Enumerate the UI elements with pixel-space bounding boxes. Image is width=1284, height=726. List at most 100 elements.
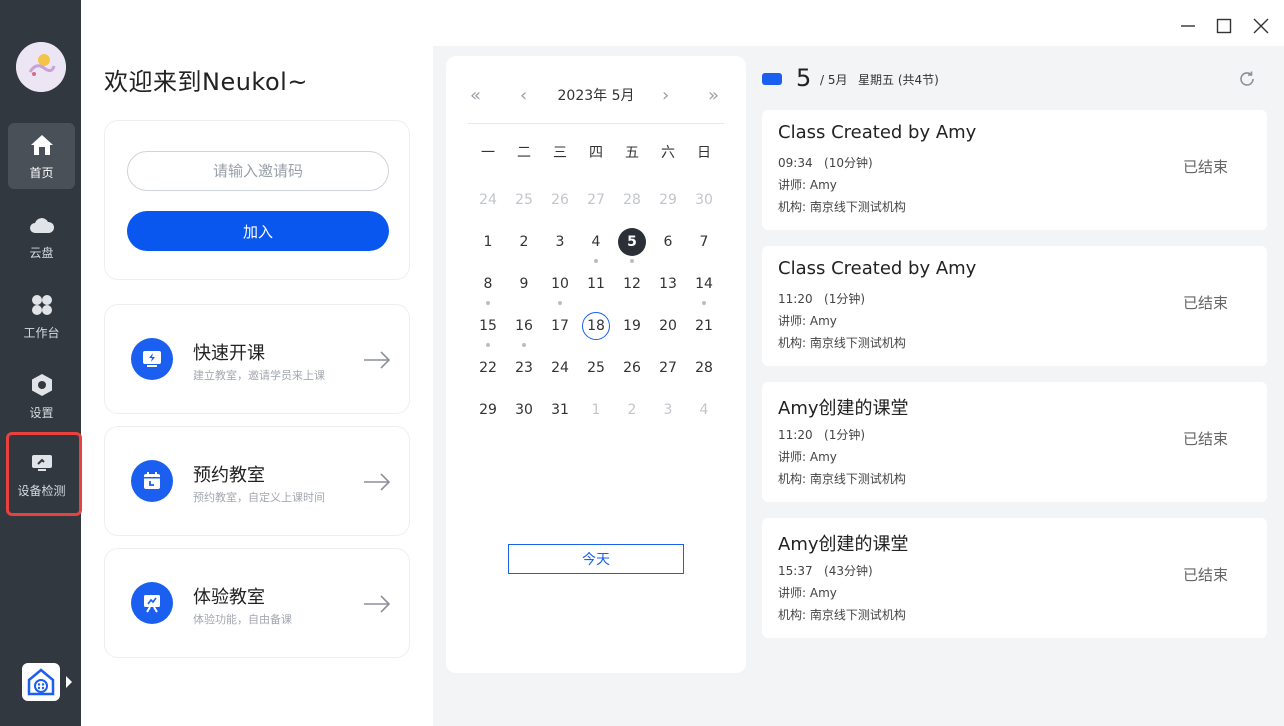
calendar-day[interactable]: 16 <box>506 311 542 341</box>
calendar-day[interactable]: 4 <box>686 395 722 425</box>
class-teacher: 讲师: Amy <box>778 178 837 192</box>
calendar-day-number: 29 <box>479 402 497 418</box>
close-button[interactable] <box>1247 12 1275 40</box>
trial-class-card[interactable]: 体验教室 体验功能，自由备课 <box>104 548 410 658</box>
class-teacher: 讲师: Amy <box>778 450 837 464</box>
class-status: 已结束 <box>1183 294 1229 312</box>
calendar-day-number: 15 <box>479 318 497 334</box>
calendar-day[interactable]: 26 <box>614 353 650 383</box>
calendar-day[interactable]: 17 <box>542 311 578 341</box>
calendar-day[interactable]: 30 <box>686 185 722 215</box>
calendar-day[interactable]: 8 <box>470 269 506 299</box>
calendar-day[interactable]: 23 <box>506 353 542 383</box>
calendar-day[interactable]: 24 <box>542 353 578 383</box>
class-card[interactable]: Class Created by Amy 09:34 (10分钟) 讲师: Amy 机… <box>762 110 1267 230</box>
minimize-icon <box>1181 25 1195 27</box>
calendar-day[interactable]: 6 <box>650 227 686 257</box>
calendar-day[interactable]: 10 <box>542 269 578 299</box>
class-title: Class Created by Amy <box>778 258 977 279</box>
calendar-day[interactable]: 14 <box>686 269 722 299</box>
avatar[interactable] <box>16 42 66 92</box>
action-title: 快速开课 <box>193 343 265 364</box>
calendar-day[interactable]: 22 <box>470 353 506 383</box>
calendar-day[interactable]: 19 <box>614 311 650 341</box>
sidebar-item-label: 云盘 <box>29 245 54 260</box>
calendar-day[interactable]: 11 <box>578 269 614 299</box>
reserve-class-card[interactable]: 预约教室 预约教室，自定义上课时间 <box>104 426 410 536</box>
class-status: 已结束 <box>1183 158 1229 176</box>
calendar-day-number: 28 <box>695 360 713 376</box>
calendar-day[interactable]: 21 <box>686 311 722 341</box>
calendar-day[interactable]: 18 <box>578 311 614 341</box>
calendar-day[interactable]: 13 <box>650 269 686 299</box>
calendar-day[interactable]: 30 <box>506 395 542 425</box>
sidebar-item-label: 设置 <box>29 405 54 420</box>
calendar-day[interactable]: 3 <box>650 395 686 425</box>
sidebar-item-workbench[interactable]: 工作台 <box>8 283 75 349</box>
invite-card: 加入 <box>104 120 410 280</box>
class-card[interactable]: Amy创建的课堂 15:37 (43分钟) 讲师: Amy 机构: 南京线下测试机构 已… <box>762 518 1267 638</box>
calendar-day[interactable]: 31 <box>542 395 578 425</box>
event-dot <box>630 259 634 263</box>
calendar-day[interactable]: 5 <box>614 227 650 257</box>
sidebar-item-home[interactable]: 首页 <box>8 123 75 189</box>
calendar-day[interactable]: 24 <box>470 185 506 215</box>
class-time: 15:37 <box>778 564 813 578</box>
class-card[interactable]: Amy创建的课堂 11:20 (1分钟) 讲师: Amy 机构: 南京线下测试机构 已结… <box>762 382 1267 502</box>
calendar-day-number: 13 <box>659 276 677 292</box>
class-org: 机构: 南京线下测试机构 <box>778 200 906 214</box>
next-month-button[interactable]: › <box>662 84 669 108</box>
calendar-day[interactable]: 1 <box>470 227 506 257</box>
calendar-day[interactable]: 12 <box>614 269 650 299</box>
quick-class-card[interactable]: 快速开课 建立教室，邀请学员来上课 <box>104 304 410 414</box>
calendar-day[interactable]: 27 <box>650 353 686 383</box>
calendar-day[interactable]: 25 <box>578 353 614 383</box>
sidebar-item-settings[interactable]: 设置 <box>8 363 75 429</box>
calendar-day-number: 30 <box>695 192 713 208</box>
class-card[interactable]: Class Created by Amy 11:20 (1分钟) 讲师: Amy 机构… <box>762 246 1267 366</box>
calendar-day[interactable]: 15 <box>470 311 506 341</box>
event-dot <box>594 259 598 263</box>
calendar-day-number: 31 <box>551 402 569 418</box>
calendar-day[interactable]: 2 <box>614 395 650 425</box>
calendar-day[interactable]: 3 <box>542 227 578 257</box>
calendar-day[interactable]: 27 <box>578 185 614 215</box>
join-button[interactable]: 加入 <box>127 211 389 251</box>
calendar-day-number: 12 <box>623 276 641 292</box>
sidebar-item-cloud[interactable]: 云盘 <box>8 203 75 269</box>
calendar-day-number: 24 <box>479 192 497 208</box>
maximize-button[interactable] <box>1210 12 1238 40</box>
calendar-day[interactable]: 9 <box>506 269 542 299</box>
calendar-day[interactable]: 4 <box>578 227 614 257</box>
calendar-day[interactable]: 28 <box>686 353 722 383</box>
calendar-day[interactable]: 7 <box>686 227 722 257</box>
calendar-day[interactable]: 2 <box>506 227 542 257</box>
calendar-day[interactable]: 1 <box>578 395 614 425</box>
app-logo[interactable] <box>22 663 60 701</box>
expand-arrow-icon[interactable] <box>66 676 72 688</box>
class-title: Amy创建的课堂 <box>778 398 909 419</box>
calendar-icon <box>131 460 173 502</box>
minimize-button[interactable] <box>1174 12 1202 40</box>
easel-icon <box>131 582 173 624</box>
action-subtitle: 体验功能，自由备课 <box>193 613 292 626</box>
next-year-button[interactable]: » <box>708 84 719 108</box>
refresh-icon[interactable] <box>1238 70 1256 88</box>
calendar-day-number: 27 <box>587 192 605 208</box>
calendar-day-number: 7 <box>699 234 709 250</box>
today-button[interactable]: 今天 <box>508 544 684 574</box>
calendar-day[interactable]: 25 <box>506 185 542 215</box>
action-title: 预约教室 <box>193 465 265 486</box>
action-title: 体验教室 <box>193 587 265 608</box>
calendar-day[interactable]: 20 <box>650 311 686 341</box>
calendar-day[interactable]: 29 <box>650 185 686 215</box>
calendar-day[interactable]: 26 <box>542 185 578 215</box>
class-duration: (1分钟) <box>824 292 866 306</box>
calendar-day[interactable]: 29 <box>470 395 506 425</box>
event-dot <box>486 301 490 305</box>
class-org: 机构: 南京线下测试机构 <box>778 472 906 486</box>
calendar-header: « ‹ 2023年 5月 › » <box>446 84 746 108</box>
class-time-row: 11:20 (1分钟) <box>778 426 865 443</box>
calendar-day[interactable]: 28 <box>614 185 650 215</box>
invite-code-input[interactable] <box>127 151 389 191</box>
